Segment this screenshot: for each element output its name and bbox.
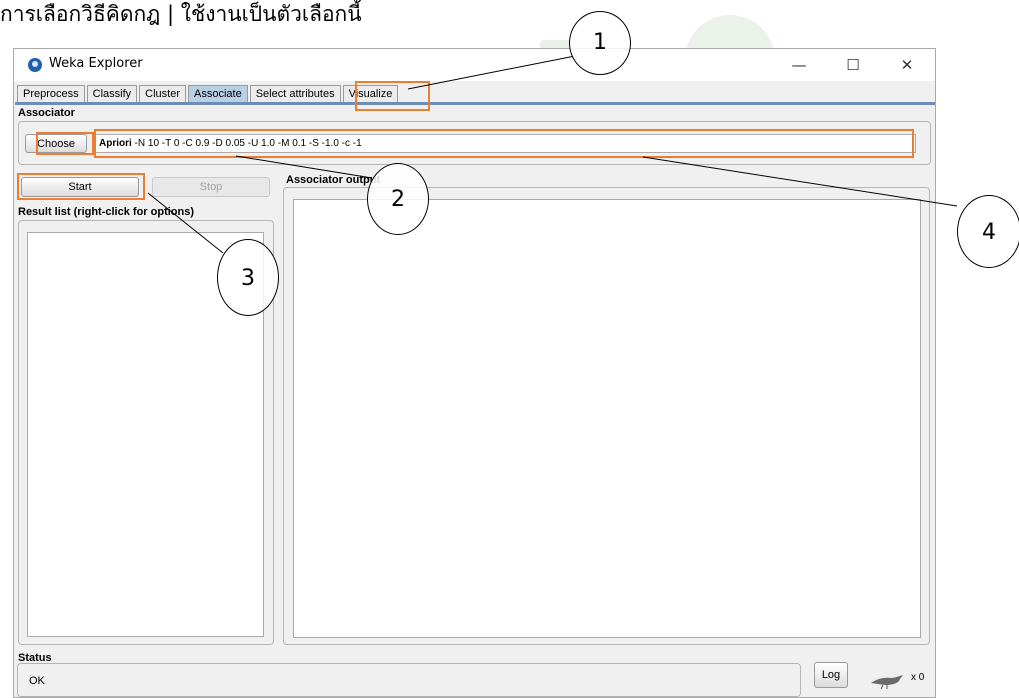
callout-1: 1 [569, 11, 631, 75]
stop-button[interactable]: Stop [152, 177, 270, 197]
log-button[interactable]: Log [814, 662, 848, 688]
tab-preprocess[interactable]: Preprocess [17, 85, 85, 102]
title-bar: Weka Explorer — ☐ ✕ [14, 49, 935, 81]
choose-highlight [36, 132, 94, 155]
tab-classify[interactable]: Classify [86, 85, 138, 102]
close-button[interactable]: ✕ [884, 49, 930, 81]
status-bar: OK [17, 663, 801, 697]
tab-select-attributes[interactable]: Select attributes [249, 85, 341, 102]
associator-field-highlight [94, 129, 914, 158]
result-list-label: Result list (right-click for options) [18, 206, 195, 218]
start-highlight [17, 173, 145, 200]
maximize-button[interactable]: ☐ [830, 49, 876, 81]
task-count: x 0 [911, 672, 925, 683]
callout-2: 2 [367, 163, 429, 235]
associator-output-area[interactable] [293, 199, 921, 638]
tab-bar: Preprocess Classify Cluster Associate Se… [17, 85, 400, 103]
visualize-highlight [355, 81, 430, 111]
weka-bird-icon [871, 675, 903, 689]
weka-app-icon [28, 58, 42, 72]
callout-3: 3 [217, 239, 279, 316]
tab-divider [15, 102, 935, 105]
tab-associate[interactable]: Associate [188, 85, 248, 102]
tab-cluster[interactable]: Cluster [139, 85, 186, 102]
window-title: Weka Explorer [49, 56, 143, 71]
minimize-button[interactable]: — [776, 49, 822, 81]
callout-4: 4 [957, 195, 1019, 268]
associator-section-label: Associator [18, 107, 75, 119]
output-label: Associator output [286, 174, 381, 186]
